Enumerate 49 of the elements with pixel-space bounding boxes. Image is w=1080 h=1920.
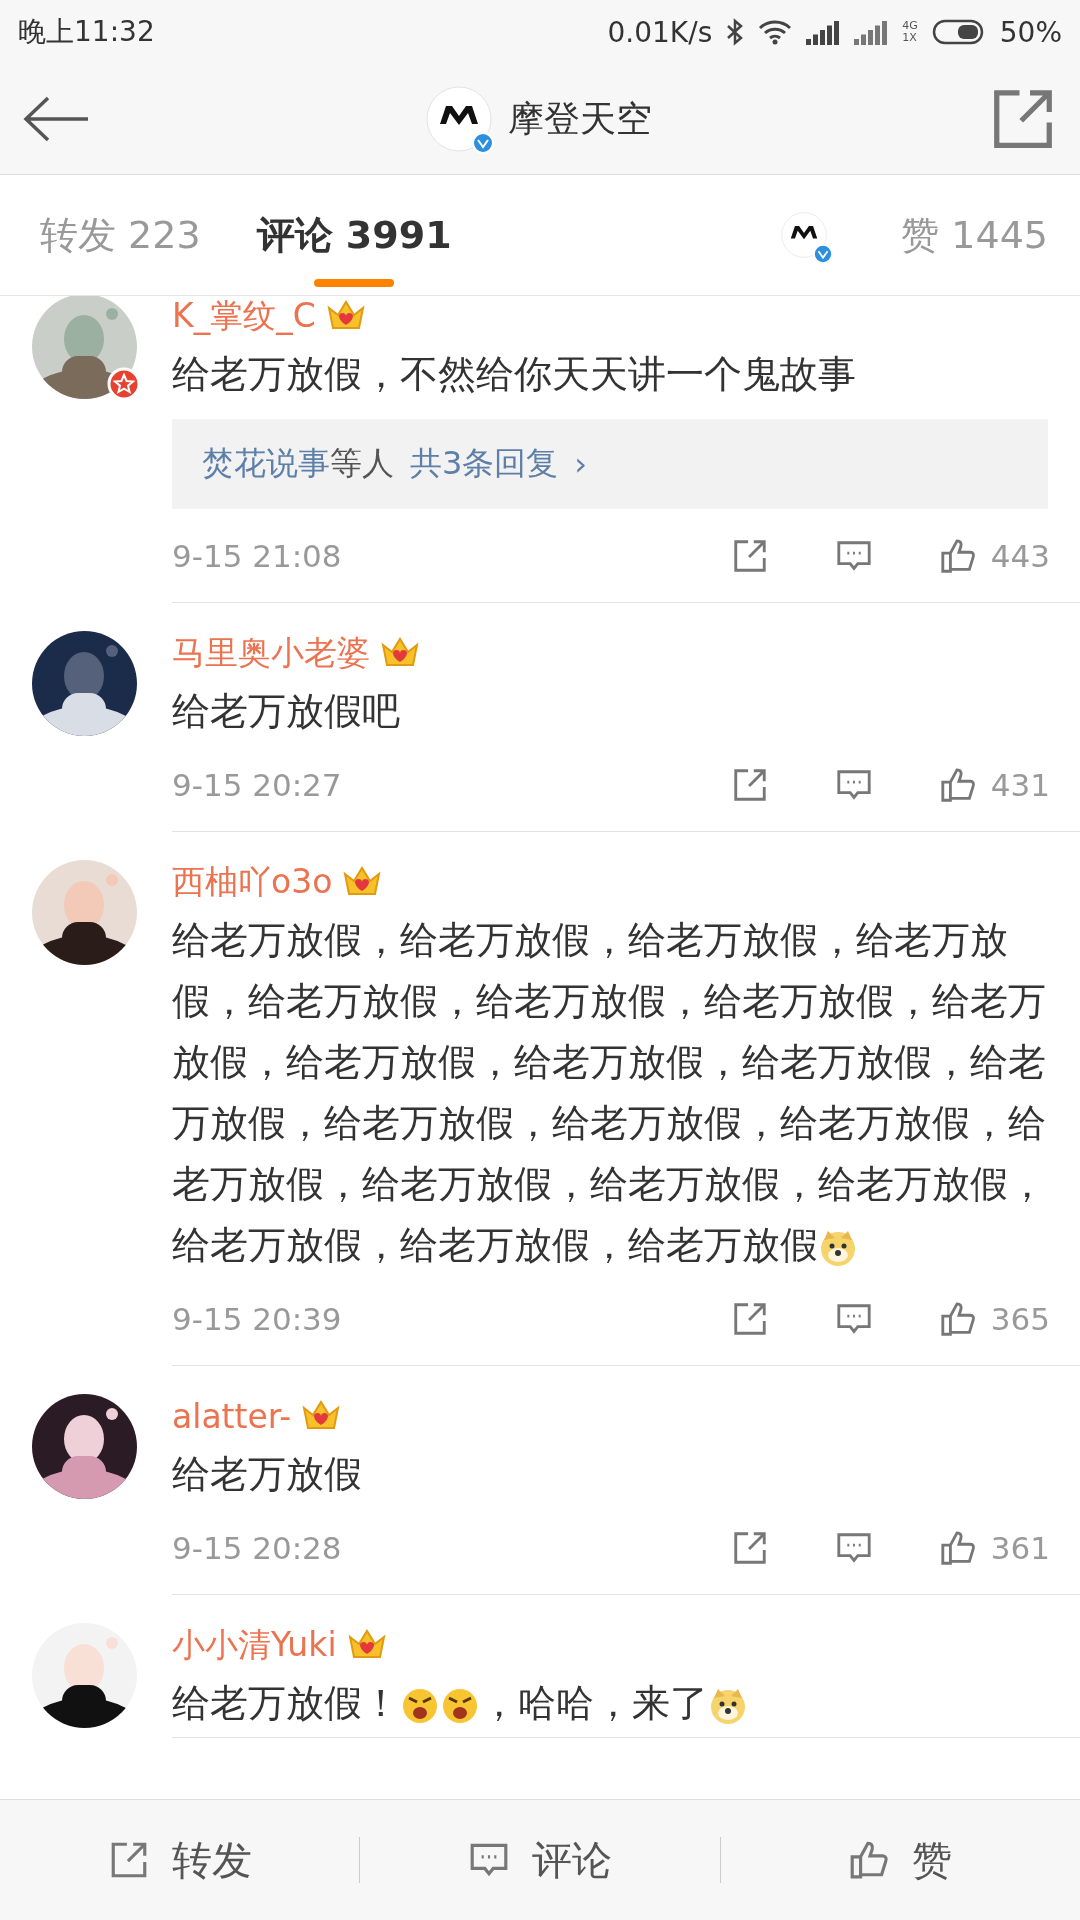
comment-text: 给老万放假 [172,1451,363,1498]
reply-summary[interactable]: 焚花说事等人 共3条回复 › [172,419,1048,509]
thumbs-up-icon [848,1839,891,1881]
verified-badge-icon [813,244,834,264]
network-speed: 0.01K/s [607,15,713,49]
thumbs-up-icon[interactable] [938,1300,977,1338]
user-name[interactable]: 小小清Yuki [172,1622,337,1668]
comment-time: 9-15 20:39 [172,1301,343,1337]
like-count: 365 [990,1301,1050,1337]
like-count: 361 [990,1530,1050,1566]
comment-button[interactable]: 评论 [360,1800,720,1920]
user-name[interactable]: K_掌纹_C [172,296,316,339]
like-count: 431 [990,767,1050,803]
logo-avatar-icon [781,212,828,258]
back-arrow-icon[interactable] [22,95,90,143]
user-name[interactable]: 西柚吖o3o [172,859,333,905]
like-count: 443 [990,538,1050,574]
thumbs-up-icon[interactable] [938,1529,977,1567]
signal-icon [854,19,889,45]
logo-avatar-icon [426,86,492,152]
comment-text: 给老万放假吧 [172,688,401,735]
tab[interactable]: 转发 223 [40,175,201,295]
user-name[interactable]: 马里奥小老婆 [172,630,370,676]
signal-icon [806,19,841,45]
wifi-icon [758,19,793,45]
tab[interactable]: 评论 3991 [256,175,452,295]
comment-text: 给老万放假，不然给你天天讲一个鬼故事 [172,351,857,398]
chevron-icon: › [574,445,588,483]
user-name[interactable]: alatter- [172,1396,292,1436]
thumbs-up-icon[interactable] [938,766,977,804]
comment-time: 9-15 20:28 [172,1530,343,1566]
comment-text: 给老万放假，给老万放假，给老万放假，给老万放假，给老万放假，给老万放假，给老万放假，给老万放假，给老万放假，给老万放假，给老万放假，给老万放假，给老万放假，给老万放假，给老万放假，给老万放假，给老万放假，给老万放假，给老万放假，给老万放假，给老万放假，给老万放假 [172,917,1047,1270]
likes-tab[interactable]: 赞 1445 [901,209,1048,261]
reply-others-text: 等人 [330,443,394,484]
comment-time: 9-15 20:27 [172,767,343,803]
network-type: 4G 1X [902,20,918,44]
reply-user-link[interactable]: 焚花说事 [202,442,330,486]
reply-count-link[interactable]: 共3条回复 [410,442,559,486]
battery-percent: 50% [999,15,1062,49]
battery-icon [931,18,986,46]
thumbs-up-icon[interactable] [938,537,977,575]
status-time: 晚上11:32 [18,14,155,50]
bluetooth-icon [726,18,745,46]
like-button[interactable]: 赞 [720,1800,1080,1920]
page-title: 摩登天空 [508,96,652,141]
verified-badge-icon [472,132,494,154]
comment-text: 给老万放假！ ，哈哈，来了 [172,1673,1080,1734]
repost-button[interactable]: 转发 [0,1800,360,1920]
comment-time: 9-15 21:08 [172,538,343,574]
